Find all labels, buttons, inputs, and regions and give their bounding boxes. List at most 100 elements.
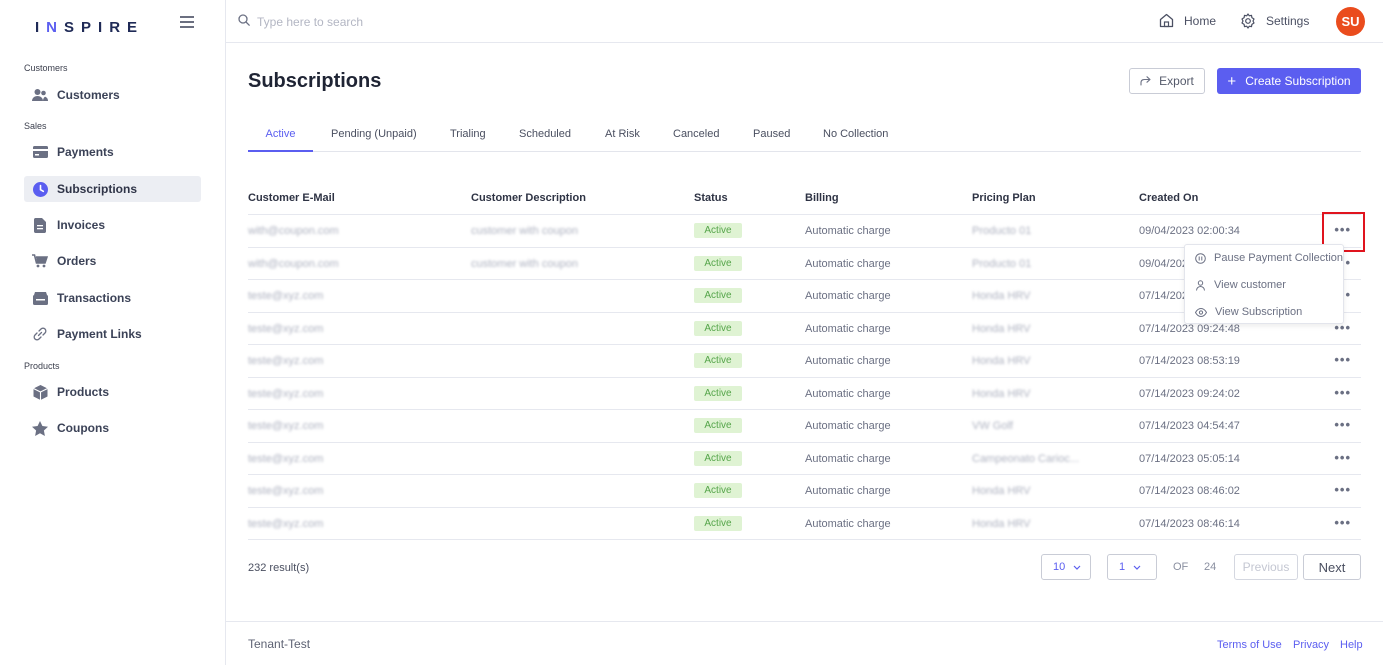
cell-email[interactable]: teste@xyz.com xyxy=(248,323,323,335)
cell-billing: Automatic charge xyxy=(805,420,891,432)
cell-email[interactable]: with@coupon.com xyxy=(248,225,339,237)
sidebar-item-label: Payments xyxy=(57,145,114,159)
sidebar-item-customers[interactable]: Customers xyxy=(24,82,201,108)
sidebar-item-products[interactable]: Products xyxy=(24,379,201,405)
tab-canceled[interactable]: Canceled xyxy=(673,128,719,152)
sidebar-item-label: Payment Links xyxy=(57,327,142,341)
sidebar-item-payments[interactable]: Payments xyxy=(24,139,201,165)
sidebar-item-payment-links[interactable]: Payment Links xyxy=(24,321,201,347)
cell-email[interactable]: teste@xyz.com xyxy=(248,485,323,497)
cell-created-on: 07/14/2023 08:46:14 xyxy=(1139,517,1240,530)
sidebar-item-subscriptions[interactable]: Subscriptions xyxy=(24,176,201,202)
cell-description: customer with coupon xyxy=(471,257,578,270)
export-button[interactable]: Export xyxy=(1129,68,1205,94)
cell-email[interactable]: teste@xyz.com xyxy=(248,420,323,432)
cell-email[interactable]: teste@xyz.com xyxy=(248,453,323,465)
menu-item-label: View customer xyxy=(1214,279,1286,291)
tab-no-collection[interactable]: No Collection xyxy=(823,128,888,152)
cell-email[interactable]: with@coupon.com xyxy=(248,258,339,270)
table-row[interactable]: teste@xyz.com Active Automatic charge Honda… xyxy=(248,506,1361,539)
tab-at-risk[interactable]: At Risk xyxy=(605,128,640,152)
table-row[interactable]: teste@xyz.com Active Automatic charge VW Go… xyxy=(248,409,1361,441)
more-options-icon[interactable]: ••• xyxy=(1334,352,1351,367)
search-input[interactable] xyxy=(257,15,557,29)
total-pages: 24 xyxy=(1204,561,1217,573)
cell-email[interactable]: teste@xyz.com xyxy=(248,388,323,400)
cell-billing: Automatic charge xyxy=(805,517,891,530)
menu-item-view-customer[interactable]: View customer xyxy=(1195,279,1286,291)
status-badge: Active xyxy=(694,288,742,303)
menu-item-view-subscription[interactable]: View Subscription xyxy=(1195,306,1302,318)
cell-pricing-plan: Producto 01 xyxy=(972,225,1032,237)
column-header-email[interactable]: Customer E-Mail xyxy=(248,192,335,204)
privacy-link[interactable]: Privacy xyxy=(1293,639,1329,651)
page-size-select[interactable]: 10 xyxy=(1041,554,1091,580)
table-row[interactable]: with@coupon.com customer with coupon Activ… xyxy=(248,214,1361,246)
column-header-status[interactable]: Status xyxy=(694,192,728,204)
column-header-pricing-plan[interactable]: Pricing Plan xyxy=(972,192,1036,204)
top-bar: Home Settings SU xyxy=(226,0,1383,43)
home-link[interactable]: Home xyxy=(1159,13,1216,28)
sidebar-item-label: Subscriptions xyxy=(57,182,138,196)
person-icon xyxy=(1196,279,1205,291)
sidebar-item-invoices[interactable]: Invoices xyxy=(24,212,201,238)
share-arrow-icon xyxy=(1140,76,1151,86)
status-badge: Active xyxy=(694,320,742,336)
page-number-select[interactable]: 1 xyxy=(1107,554,1157,580)
table-row[interactable]: teste@xyz.com Active Automatic charge Campe… xyxy=(248,441,1361,474)
cell-pricing-plan: Honda HRV xyxy=(972,355,1031,367)
previous-button[interactable]: Previous xyxy=(1234,554,1298,580)
chevron-down-icon xyxy=(1133,561,1141,573)
next-button[interactable]: Next xyxy=(1303,554,1361,580)
box-icon xyxy=(32,384,48,400)
table-row[interactable]: teste@xyz.com Active Automatic charge Honda… xyxy=(248,376,1361,409)
column-header-description[interactable]: Customer Description xyxy=(471,192,586,204)
more-options-icon[interactable]: ••• xyxy=(1334,515,1351,530)
page-size-value: 10 xyxy=(1053,561,1066,573)
footer: Tenant-Test Terms of Use Privacy Help xyxy=(226,621,1383,665)
cell-email[interactable]: teste@xyz.com xyxy=(248,355,323,367)
tab-pending[interactable]: Pending (Unpaid) xyxy=(331,128,417,152)
sidebar-item-coupons[interactable]: Coupons xyxy=(24,415,201,441)
menu-item-pause-payment-collection[interactable]: Pause Payment Collection xyxy=(1195,252,1343,264)
cell-email[interactable]: teste@xyz.com xyxy=(248,290,323,302)
cell-created-on: 07/14/2023 09:24:02 xyxy=(1139,387,1240,400)
cell-pricing-plan: VW Golf xyxy=(972,420,1013,432)
user-avatar[interactable]: SU xyxy=(1336,7,1365,36)
sidebar-item-label: Products xyxy=(57,385,110,399)
tab-paused[interactable]: Paused xyxy=(753,128,790,152)
menu-toggle-icon[interactable] xyxy=(180,16,194,28)
more-options-icon[interactable]: ••• xyxy=(1334,482,1351,497)
status-tabs: Active Pending (Unpaid) Trialing Schedul… xyxy=(248,128,1361,152)
cell-created-on: 07/14/2023 08:53:19 xyxy=(1139,355,1240,367)
terms-link[interactable]: Terms of Use xyxy=(1217,639,1282,651)
results-count: 232 result(s) xyxy=(248,562,310,574)
menu-item-label: Pause Payment Collection xyxy=(1214,252,1344,264)
table-row[interactable]: teste@xyz.com Active Automatic charge Honda… xyxy=(248,474,1361,506)
eye-icon xyxy=(1195,307,1207,317)
cell-billing: Automatic charge xyxy=(805,355,891,367)
status-badge: Active xyxy=(694,483,742,498)
column-header-billing[interactable]: Billing xyxy=(805,192,839,204)
app-logo[interactable]: INSPIRE xyxy=(35,19,144,36)
settings-link[interactable]: Settings xyxy=(1240,13,1309,29)
sidebar-item-orders[interactable]: Orders xyxy=(24,248,201,274)
create-subscription-button[interactable]: + Create Subscription xyxy=(1217,68,1361,94)
tab-scheduled[interactable]: Scheduled xyxy=(519,128,571,152)
more-options-icon[interactable]: ••• xyxy=(1334,417,1351,432)
wallet-icon xyxy=(32,290,48,306)
cell-email[interactable]: teste@xyz.com xyxy=(248,518,323,530)
status-badge: Active xyxy=(694,418,742,433)
table-row[interactable]: teste@xyz.com Active Automatic charge Honda… xyxy=(248,344,1361,376)
tab-active[interactable]: Active xyxy=(248,128,313,152)
tab-trialing[interactable]: Trialing xyxy=(450,128,486,152)
sidebar-item-transactions[interactable]: Transactions xyxy=(24,285,201,311)
more-options-icon[interactable]: ••• xyxy=(1334,385,1351,400)
more-options-icon[interactable]: ••• xyxy=(1334,450,1351,465)
help-link[interactable]: Help xyxy=(1340,639,1363,651)
status-badge: Active xyxy=(694,385,742,401)
settings-label: Settings xyxy=(1266,14,1310,28)
column-header-created-on[interactable]: Created On xyxy=(1139,192,1198,204)
cell-pricing-plan: Honda HRV xyxy=(972,387,1031,400)
link-icon xyxy=(32,326,48,342)
